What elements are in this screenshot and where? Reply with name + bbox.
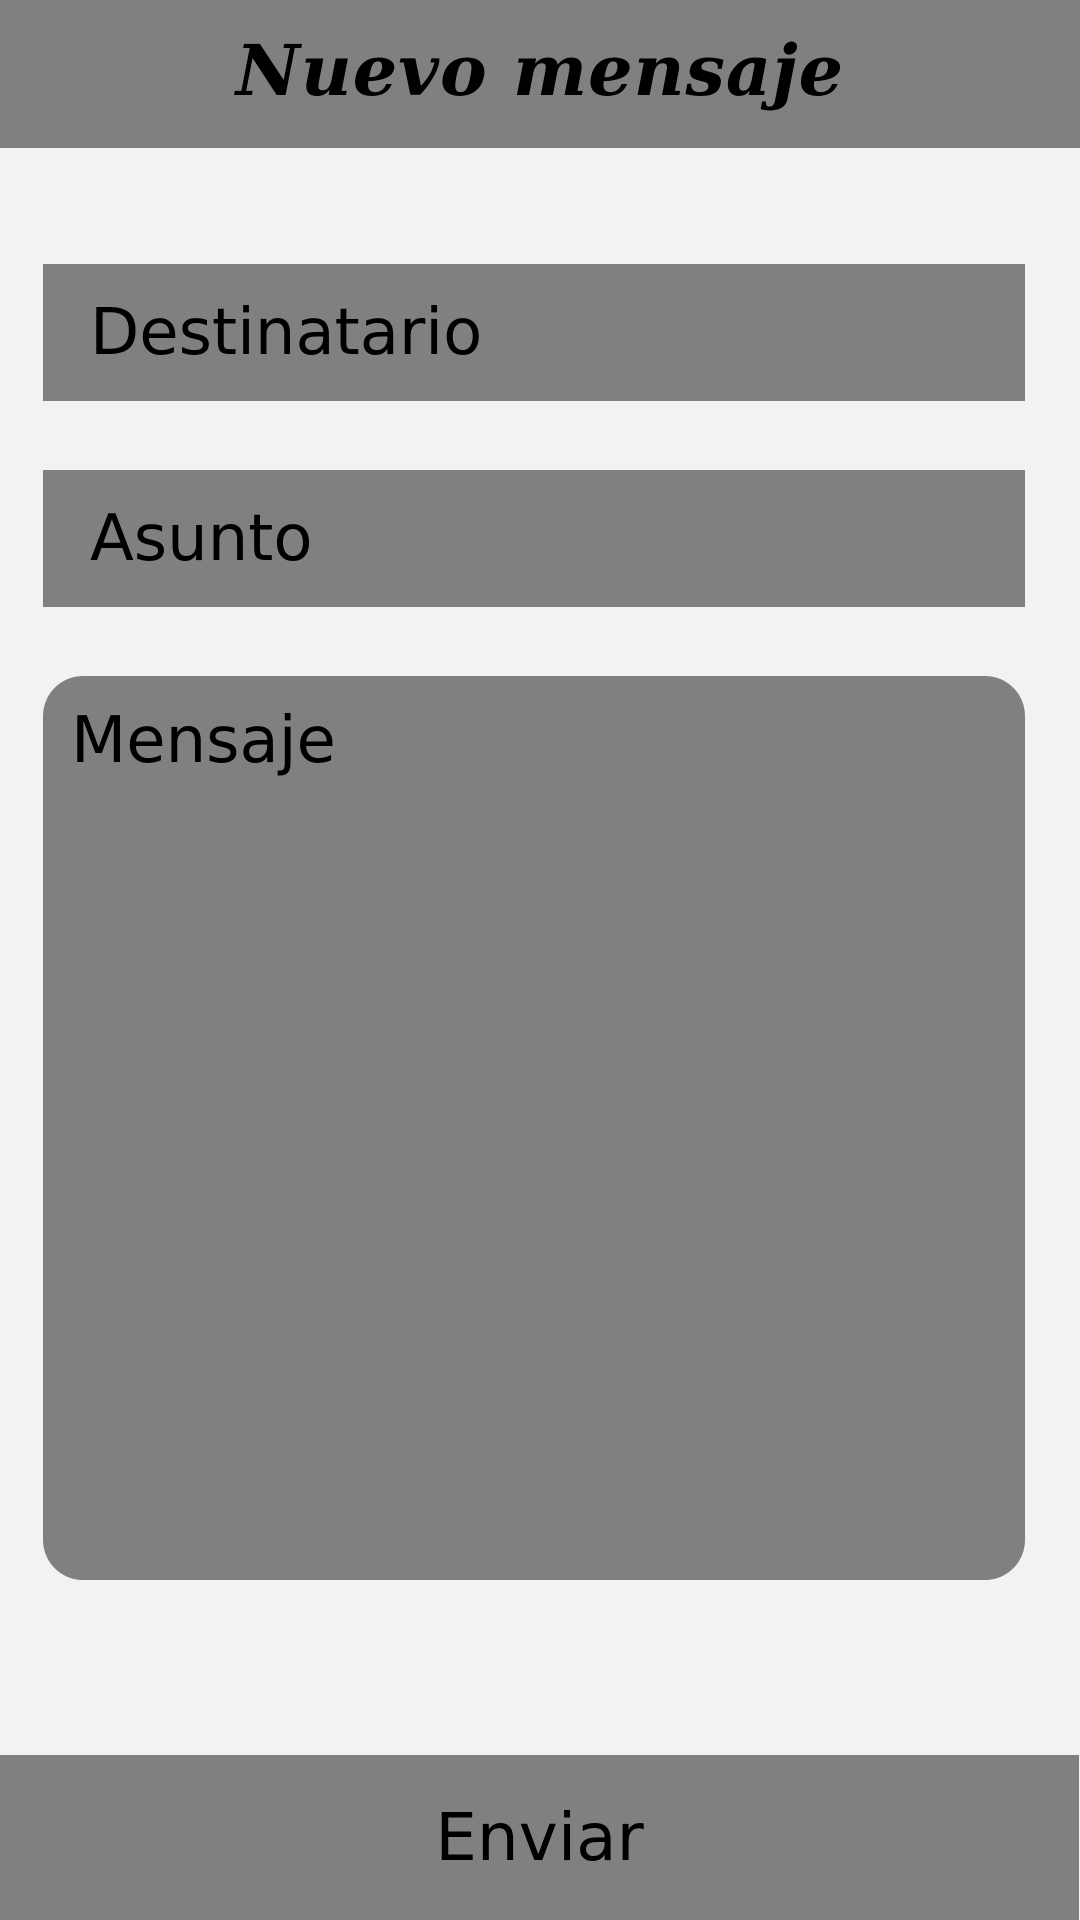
app-header: Nuevo mensaje — [0, 0, 1080, 148]
subject-placeholder: Asunto — [90, 501, 313, 576]
message-textarea[interactable]: Mensaje — [43, 676, 1025, 1580]
send-button[interactable]: Enviar — [0, 1755, 1079, 1920]
message-placeholder: Mensaje — [71, 704, 336, 778]
page-title: Nuevo mensaje — [235, 28, 845, 112]
subject-field[interactable]: Asunto — [43, 470, 1025, 607]
new-message-screen: Nuevo mensaje Destinatario Asunto Mensaj… — [0, 0, 1080, 1920]
send-button-label: Enviar — [435, 1799, 644, 1876]
recipient-field[interactable]: Destinatario — [43, 264, 1025, 401]
recipient-placeholder: Destinatario — [90, 295, 483, 370]
